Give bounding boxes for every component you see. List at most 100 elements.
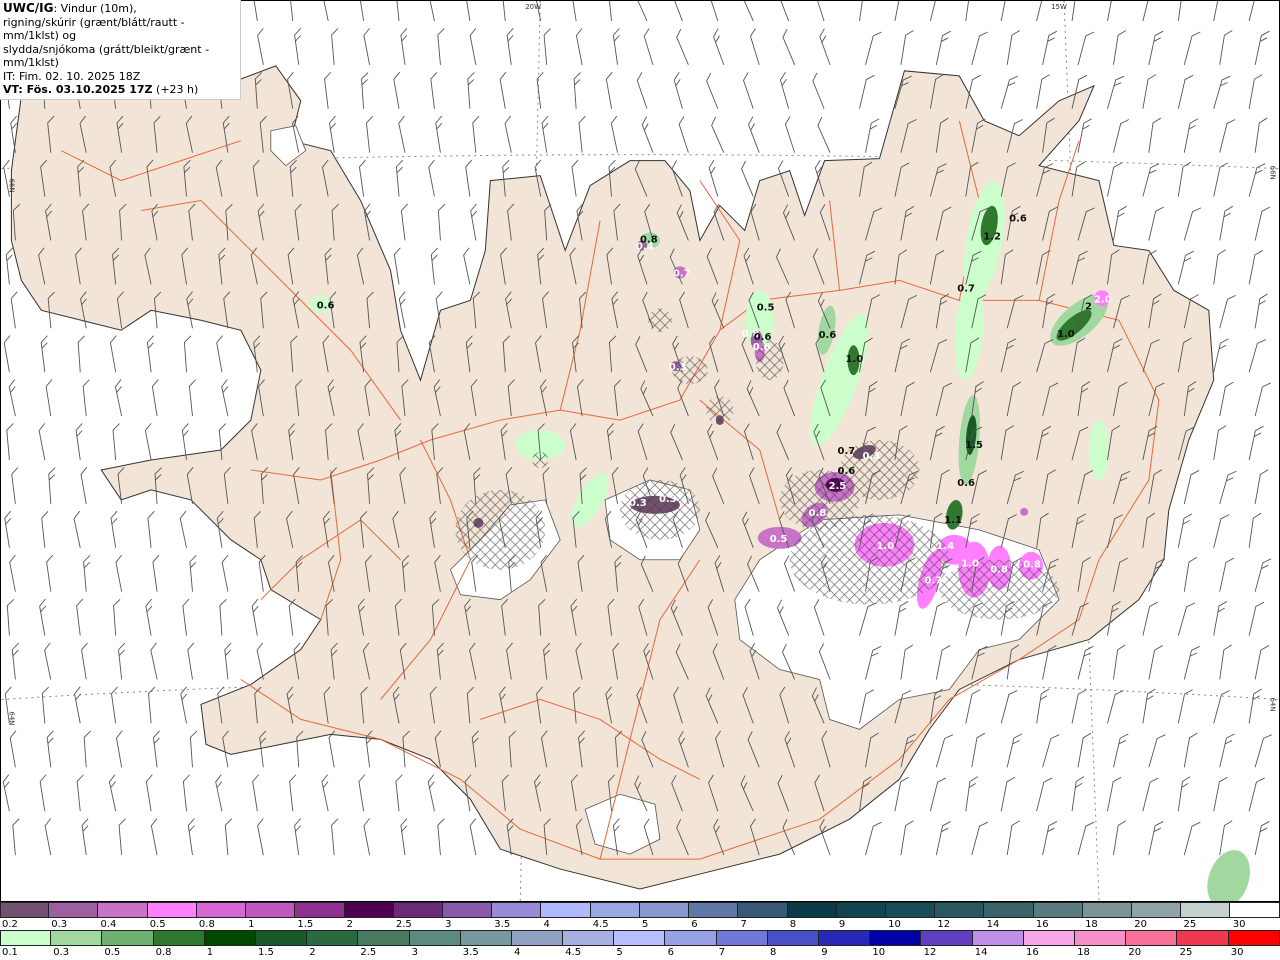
legend-label: 1.5 [297, 919, 314, 930]
wind-barb [1177, 776, 1191, 812]
wind-barb [398, 115, 406, 153]
wind-barb [900, 820, 914, 856]
wind-barb [1000, 75, 1018, 109]
wind-barb [1213, 162, 1229, 197]
wind-barb [329, 115, 336, 153]
wind-barb [221, 379, 229, 417]
wind-barb [605, 71, 613, 109]
wind-barb [1183, 732, 1198, 768]
wind-barb [321, 774, 329, 812]
precip-value: 0.7 [957, 283, 975, 294]
grid-label-66n-right: 66N [1269, 166, 1277, 180]
wind-barb [1219, 381, 1234, 417]
wind-barb [179, 510, 187, 548]
wind-barb [1148, 117, 1162, 153]
wind-barb [1113, 820, 1127, 856]
legend-label: 1.5 [258, 947, 274, 958]
wind-barb [784, 116, 796, 153]
legend-label: 3 [411, 947, 418, 958]
wind-barb [859, 1, 872, 22]
wind-barb [46, 730, 54, 768]
wind-barb [541, 115, 549, 153]
wind-barb [1148, 821, 1164, 856]
wind-barb [1077, 118, 1092, 153]
wind-barb [41, 686, 49, 724]
legend-label: 10 [888, 919, 901, 930]
model-name: UWC/IG [3, 1, 54, 15]
wind-barb [1036, 688, 1050, 724]
wind-barb [859, 74, 875, 109]
legend-swatch [0, 902, 50, 918]
wind-barb [935, 821, 951, 856]
wind-barb [1113, 30, 1127, 65]
wind-barb [48, 467, 56, 504]
legend-swatch [409, 930, 461, 946]
precip-value: 0.8 [809, 508, 827, 519]
wind-barb [1107, 776, 1122, 812]
wind-barb [1113, 644, 1126, 680]
wind-barb [1213, 1, 1228, 22]
wind-barb [1183, 118, 1199, 153]
wind-barb [706, 72, 719, 109]
wind-barb [570, 1, 578, 22]
precip-area [1207, 850, 1251, 901]
wind-barb [1183, 821, 1201, 856]
precip-value: 0.6 [1009, 214, 1027, 225]
legend-label: 18 [1085, 919, 1098, 930]
precip-value: 0.3 [669, 362, 687, 373]
legend-label: 9 [838, 919, 846, 930]
legend-label: 0.8 [198, 919, 215, 930]
legend-label: 18 [1077, 947, 1090, 958]
precip-value: 0.3 [629, 498, 647, 509]
legend-swatch [255, 930, 308, 946]
wind-barb [748, 116, 760, 153]
wind-barb [1219, 470, 1237, 505]
wind-barb [435, 115, 443, 153]
wind-barb [1142, 74, 1157, 109]
snow-legend-bar [0, 902, 1280, 918]
legend-label: 30 [1230, 947, 1244, 958]
wind-barb [1142, 777, 1159, 812]
precip-value: 0.8 [1023, 560, 1041, 571]
sleet-hatch [620, 479, 700, 540]
wind-barb [1219, 294, 1236, 329]
wind-barb [1071, 776, 1085, 812]
wind-barb [44, 818, 52, 856]
legend-swatch [935, 902, 985, 918]
wind-barb [1148, 645, 1163, 680]
wind-barb [865, 31, 882, 65]
legend-label: 6 [691, 919, 698, 930]
legend-swatch [689, 902, 739, 918]
map-title-box: UWC/IG: Vindur (10m), rigning/skúrir (gr… [0, 0, 241, 100]
sleet-hatch [705, 396, 734, 425]
wind-barb [1213, 776, 1228, 812]
wind-barb [224, 818, 233, 856]
legend-label: 8 [789, 919, 797, 930]
wind-barb [1219, 30, 1233, 65]
legend-swatch [819, 930, 871, 946]
wind-barb [9, 730, 17, 768]
wind-barb [1254, 645, 1270, 680]
wind-barb [743, 72, 754, 109]
wind-barb [749, 28, 760, 65]
precip-value: 1.0 [961, 559, 979, 570]
wind-barb [1254, 382, 1271, 417]
sleet-hatch [455, 489, 546, 570]
legend-swatch [147, 902, 197, 918]
weather-map[interactable]: 0.6 0.8 0.4 0.7 0.5 0.8 0.6 0.6 0.3 0.6 1.0 1.2 0.6 0… [0, 0, 1280, 902]
wind-barb [469, 27, 477, 65]
legend-label: 2 [346, 919, 353, 930]
wind-barb [1006, 733, 1023, 768]
wind-barb [9, 554, 16, 592]
wind-barb [110, 510, 118, 548]
wind-barb [430, 71, 438, 109]
wind-barb [115, 554, 123, 592]
legend-swatch [1033, 902, 1083, 918]
wind-barb [1077, 732, 1092, 768]
wind-barb [641, 116, 654, 153]
wind-barb [1113, 733, 1129, 768]
wind-barb [929, 1, 947, 22]
precip-value: 0.4 [636, 241, 654, 252]
wind-barb [8, 379, 16, 417]
wind-barb [38, 423, 46, 461]
